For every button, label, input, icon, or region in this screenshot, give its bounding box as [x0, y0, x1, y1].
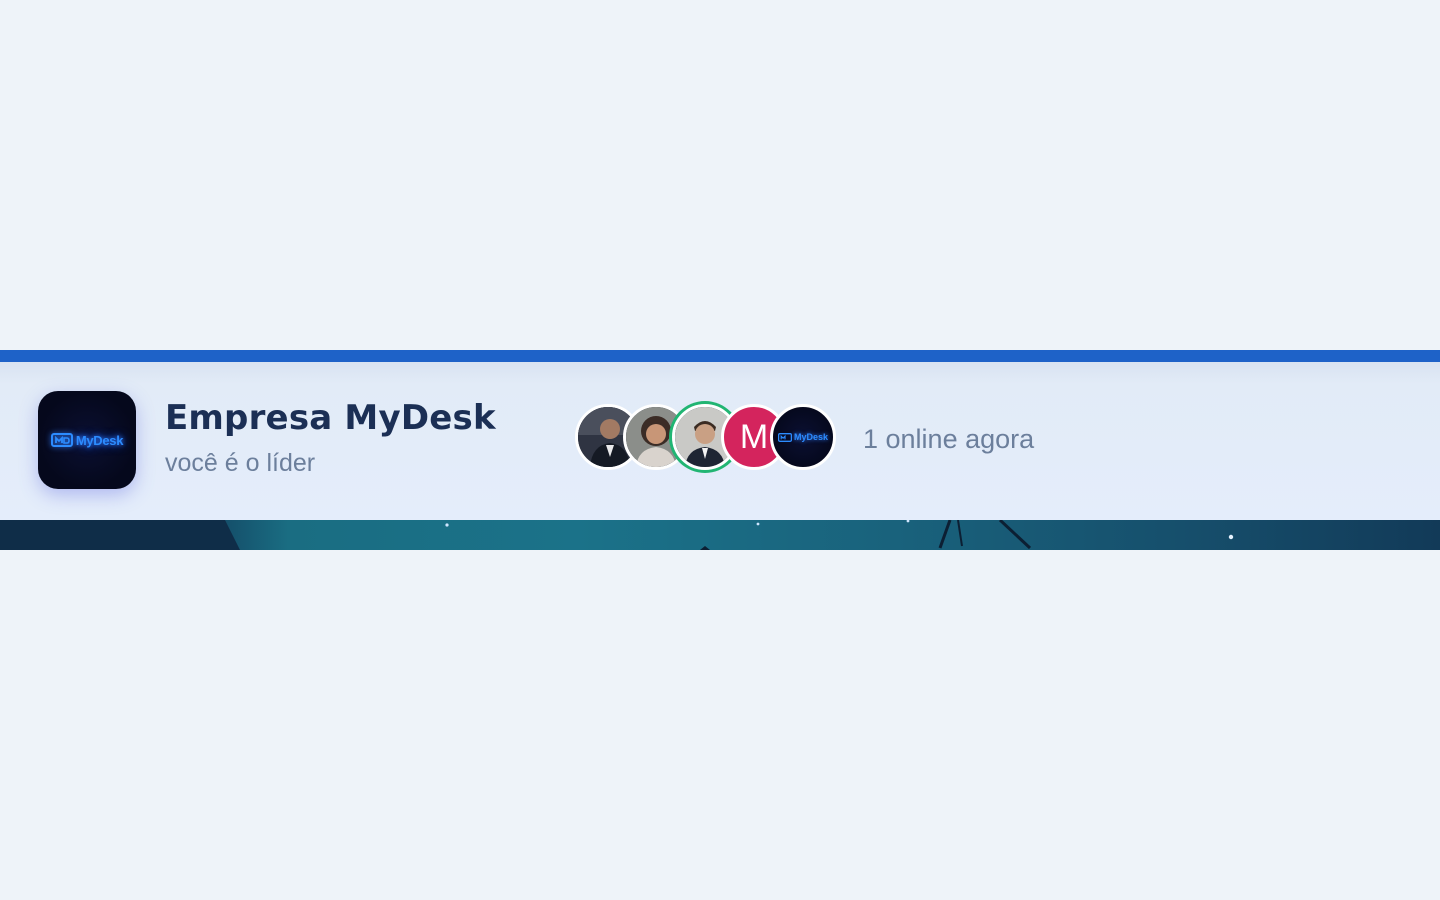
member-avatar-stack[interactable]: M MyDesk	[575, 404, 855, 476]
team-name: Empresa MyDesk	[165, 398, 496, 438]
mydesk-logo-icon: MyDesk	[50, 432, 124, 448]
member-avatar-5[interactable]: MyDesk	[770, 404, 836, 470]
member-initial: M	[739, 417, 769, 456]
online-status: 1 online agora	[863, 424, 1035, 454]
team-logo[interactable]: MyDesk	[38, 391, 136, 489]
team-role-text: você é o líder	[165, 449, 316, 477]
accent-bar	[0, 350, 1440, 362]
page-background	[0, 0, 1440, 350]
member-logo-text: MyDesk	[793, 432, 829, 442]
team-logo-text: MyDesk	[75, 432, 124, 448]
mydesk-logo-icon	[777, 432, 792, 442]
team-header: MyDesk Empresa MyDesk você é o líder M M…	[0, 350, 1440, 521]
banner-image	[0, 520, 1440, 550]
